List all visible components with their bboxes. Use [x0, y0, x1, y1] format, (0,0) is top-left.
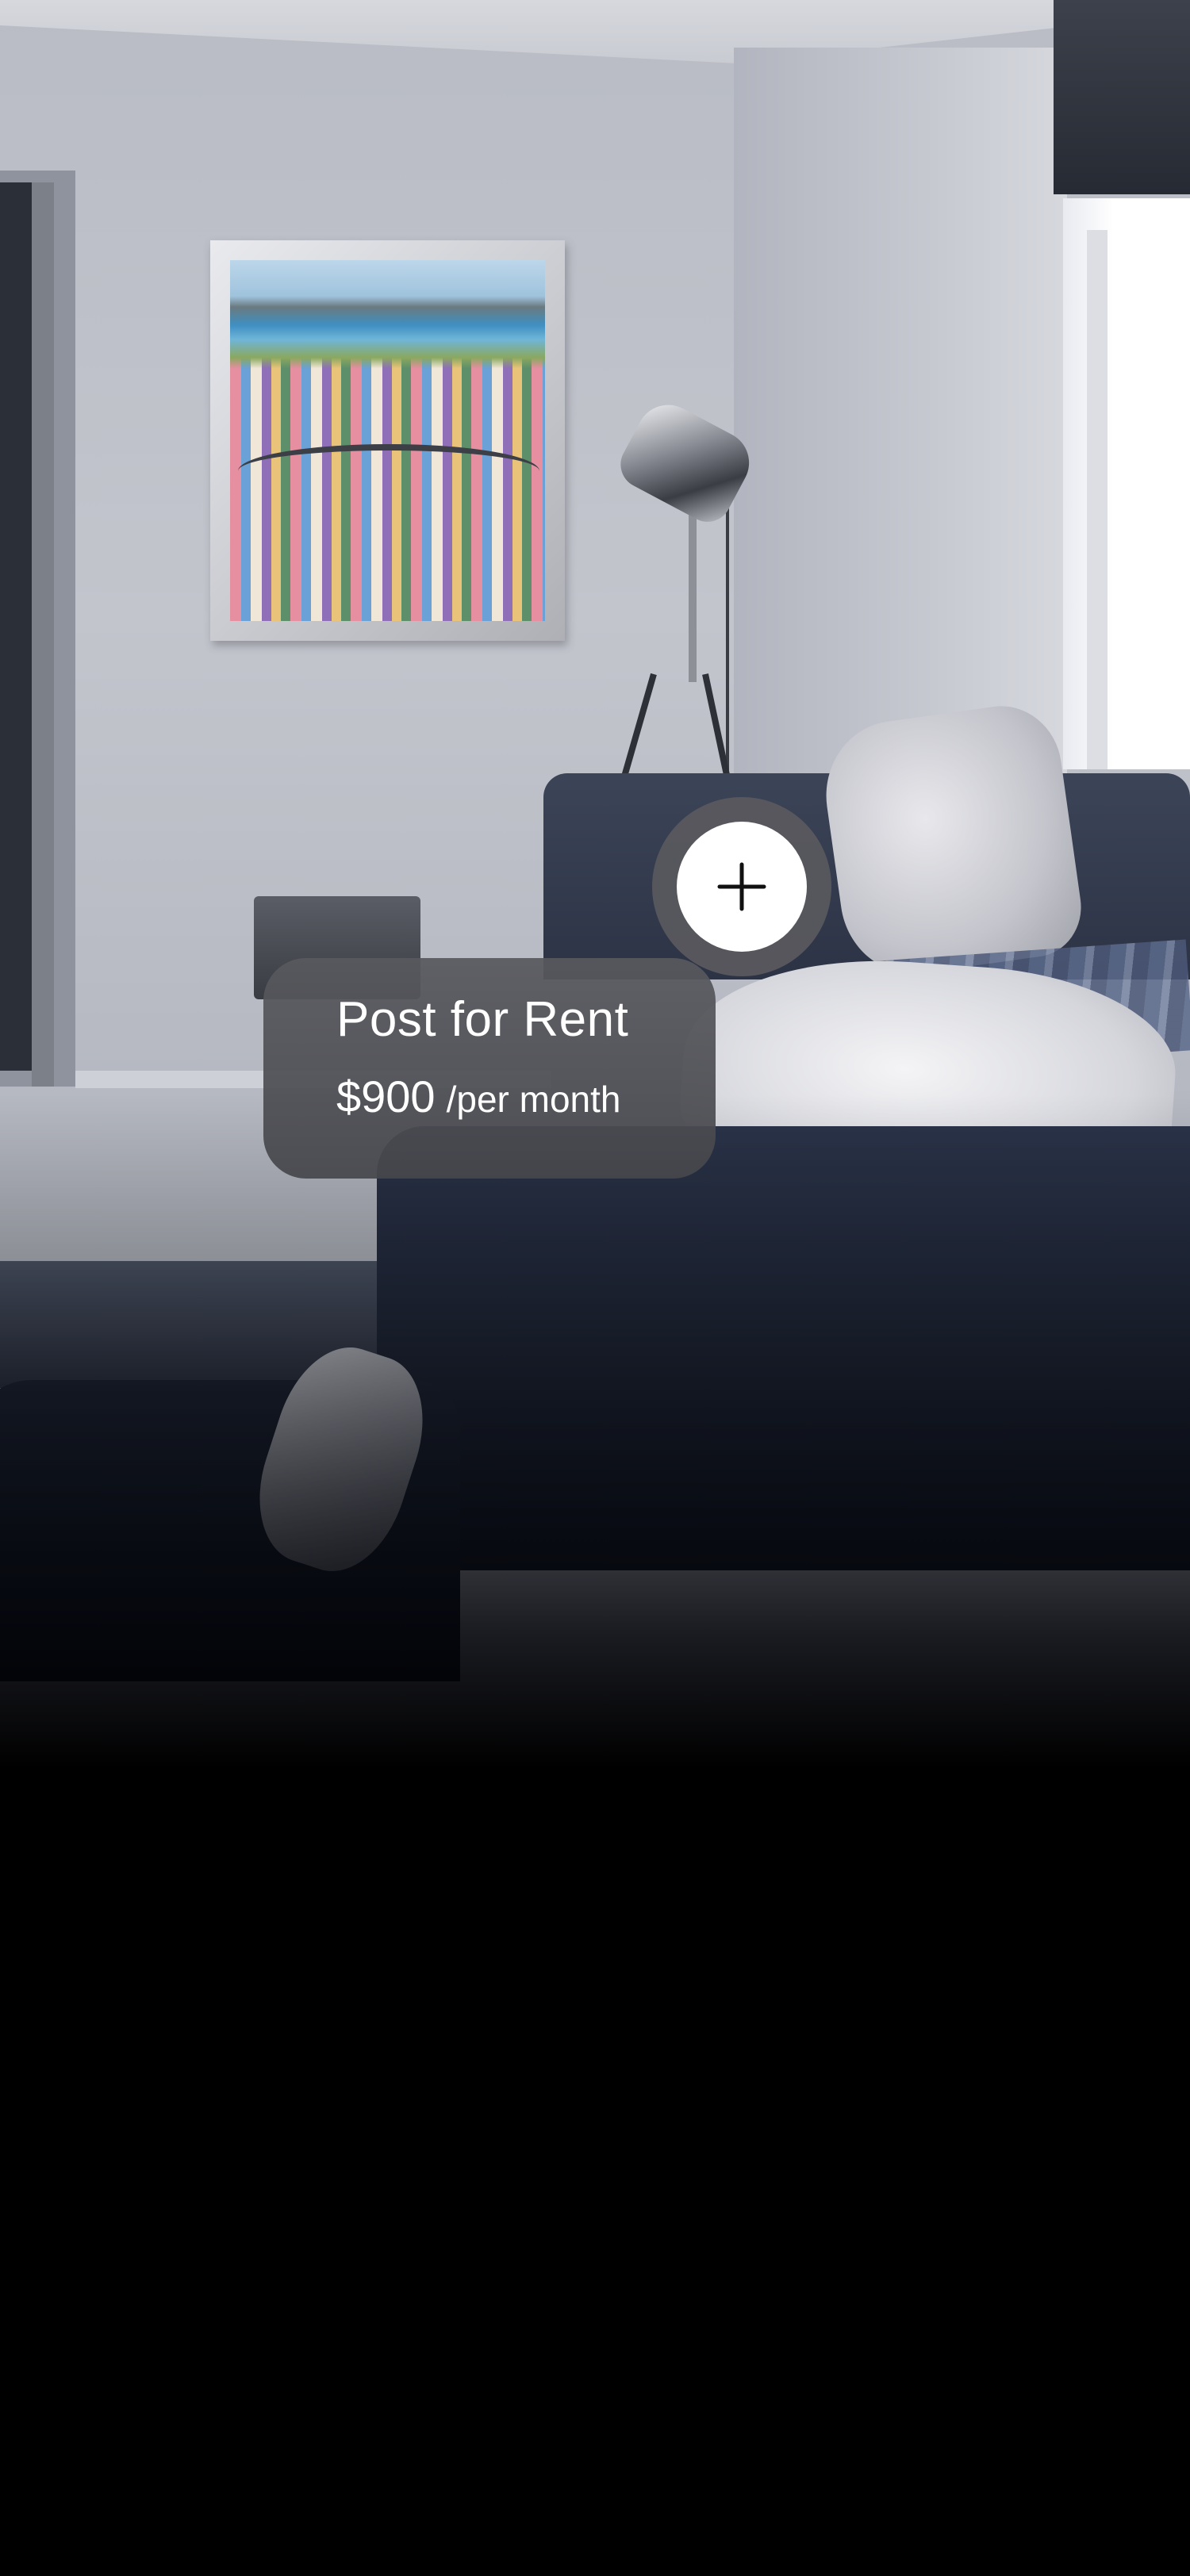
- painting: [230, 260, 545, 621]
- lamp-pole: [689, 508, 697, 682]
- price-amount: $900: [336, 1071, 436, 1121]
- bottom-gradient: [0, 1094, 1190, 1769]
- air-conditioner: [1054, 0, 1190, 194]
- door-jamb: [32, 182, 54, 1087]
- doorway: [0, 182, 32, 1071]
- window-frame: [1087, 230, 1107, 769]
- card-price: $900/per month: [336, 1071, 620, 1122]
- plus-icon: [717, 862, 766, 911]
- add-button[interactable]: [677, 822, 807, 952]
- window: [1063, 198, 1190, 769]
- background-photo: [0, 0, 1190, 1769]
- cushion: [816, 698, 1088, 983]
- card-title: Post for Rent: [336, 992, 629, 1047]
- price-unit: /per month: [446, 1079, 621, 1120]
- lamp-cable: [726, 476, 729, 793]
- painting-detail: [238, 444, 539, 498]
- screen: Post for Rent $900/per month: [0, 0, 1190, 2576]
